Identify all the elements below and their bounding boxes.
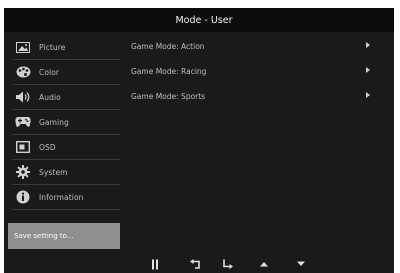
sidebar-item-label: System: [39, 167, 68, 177]
up-arrow-icon[interactable]: [257, 258, 271, 270]
page-title-bar: Mode - User: [4, 8, 394, 32]
button-bar: [4, 255, 394, 273]
save-setting-button[interactable]: Save setting to...: [8, 223, 120, 249]
save-setting-label: Save setting to...: [14, 232, 74, 240]
back-icon[interactable]: [188, 258, 202, 270]
sidebar-item-gaming[interactable]: Gaming: [8, 110, 120, 134]
sidebar-item-label: Color: [39, 67, 60, 77]
picture-icon: [14, 39, 32, 55]
power-icon[interactable]: [148, 258, 162, 270]
chevron-right-icon: [366, 67, 370, 73]
sidebar-item-audio[interactable]: Audio: [8, 85, 120, 109]
sidebar-item-label: Picture: [39, 42, 66, 52]
osd-panel: Mode - User Picture Color Audio Gaming O…: [4, 8, 394, 255]
gear-icon: [14, 164, 32, 180]
info-icon: [14, 189, 32, 205]
chevron-right-icon: [366, 42, 370, 48]
sidebar-item-label: OSD: [39, 142, 56, 152]
sidebar: Picture Color Audio Gaming OSD System In…: [8, 35, 120, 251]
sidebar-item-system[interactable]: System: [8, 160, 120, 184]
sidebar-item-label: Information: [39, 192, 84, 202]
sidebar-item-label: Gaming: [39, 117, 69, 127]
sidebar-item-information[interactable]: Information: [8, 185, 120, 209]
page-title: Mode - User: [175, 14, 233, 26]
row-label: Game Mode: Racing: [131, 66, 207, 76]
game-mode-action-row[interactable]: Game Mode: Action: [128, 35, 390, 57]
game-mode-sports-row[interactable]: Game Mode: Sports: [128, 85, 390, 107]
content-panel: Game Mode: Action Game Mode: Racing Game…: [128, 35, 390, 251]
down-arrow-icon[interactable]: [294, 258, 308, 270]
sidebar-item-osd[interactable]: OSD: [8, 135, 120, 159]
game-mode-racing-row[interactable]: Game Mode: Racing: [128, 60, 390, 82]
palette-icon: [14, 64, 32, 80]
divider: [12, 209, 120, 210]
row-label: Game Mode: Action: [131, 41, 205, 51]
gamepad-icon: [14, 114, 32, 130]
row-label: Game Mode: Sports: [131, 91, 206, 101]
speaker-icon: [14, 89, 32, 105]
sidebar-item-label: Audio: [39, 92, 61, 102]
enter-icon[interactable]: [221, 258, 235, 270]
chevron-right-icon: [366, 92, 370, 98]
sidebar-item-color[interactable]: Color: [8, 60, 120, 84]
sidebar-item-picture[interactable]: Picture: [8, 35, 120, 59]
osd-icon: [14, 139, 32, 155]
